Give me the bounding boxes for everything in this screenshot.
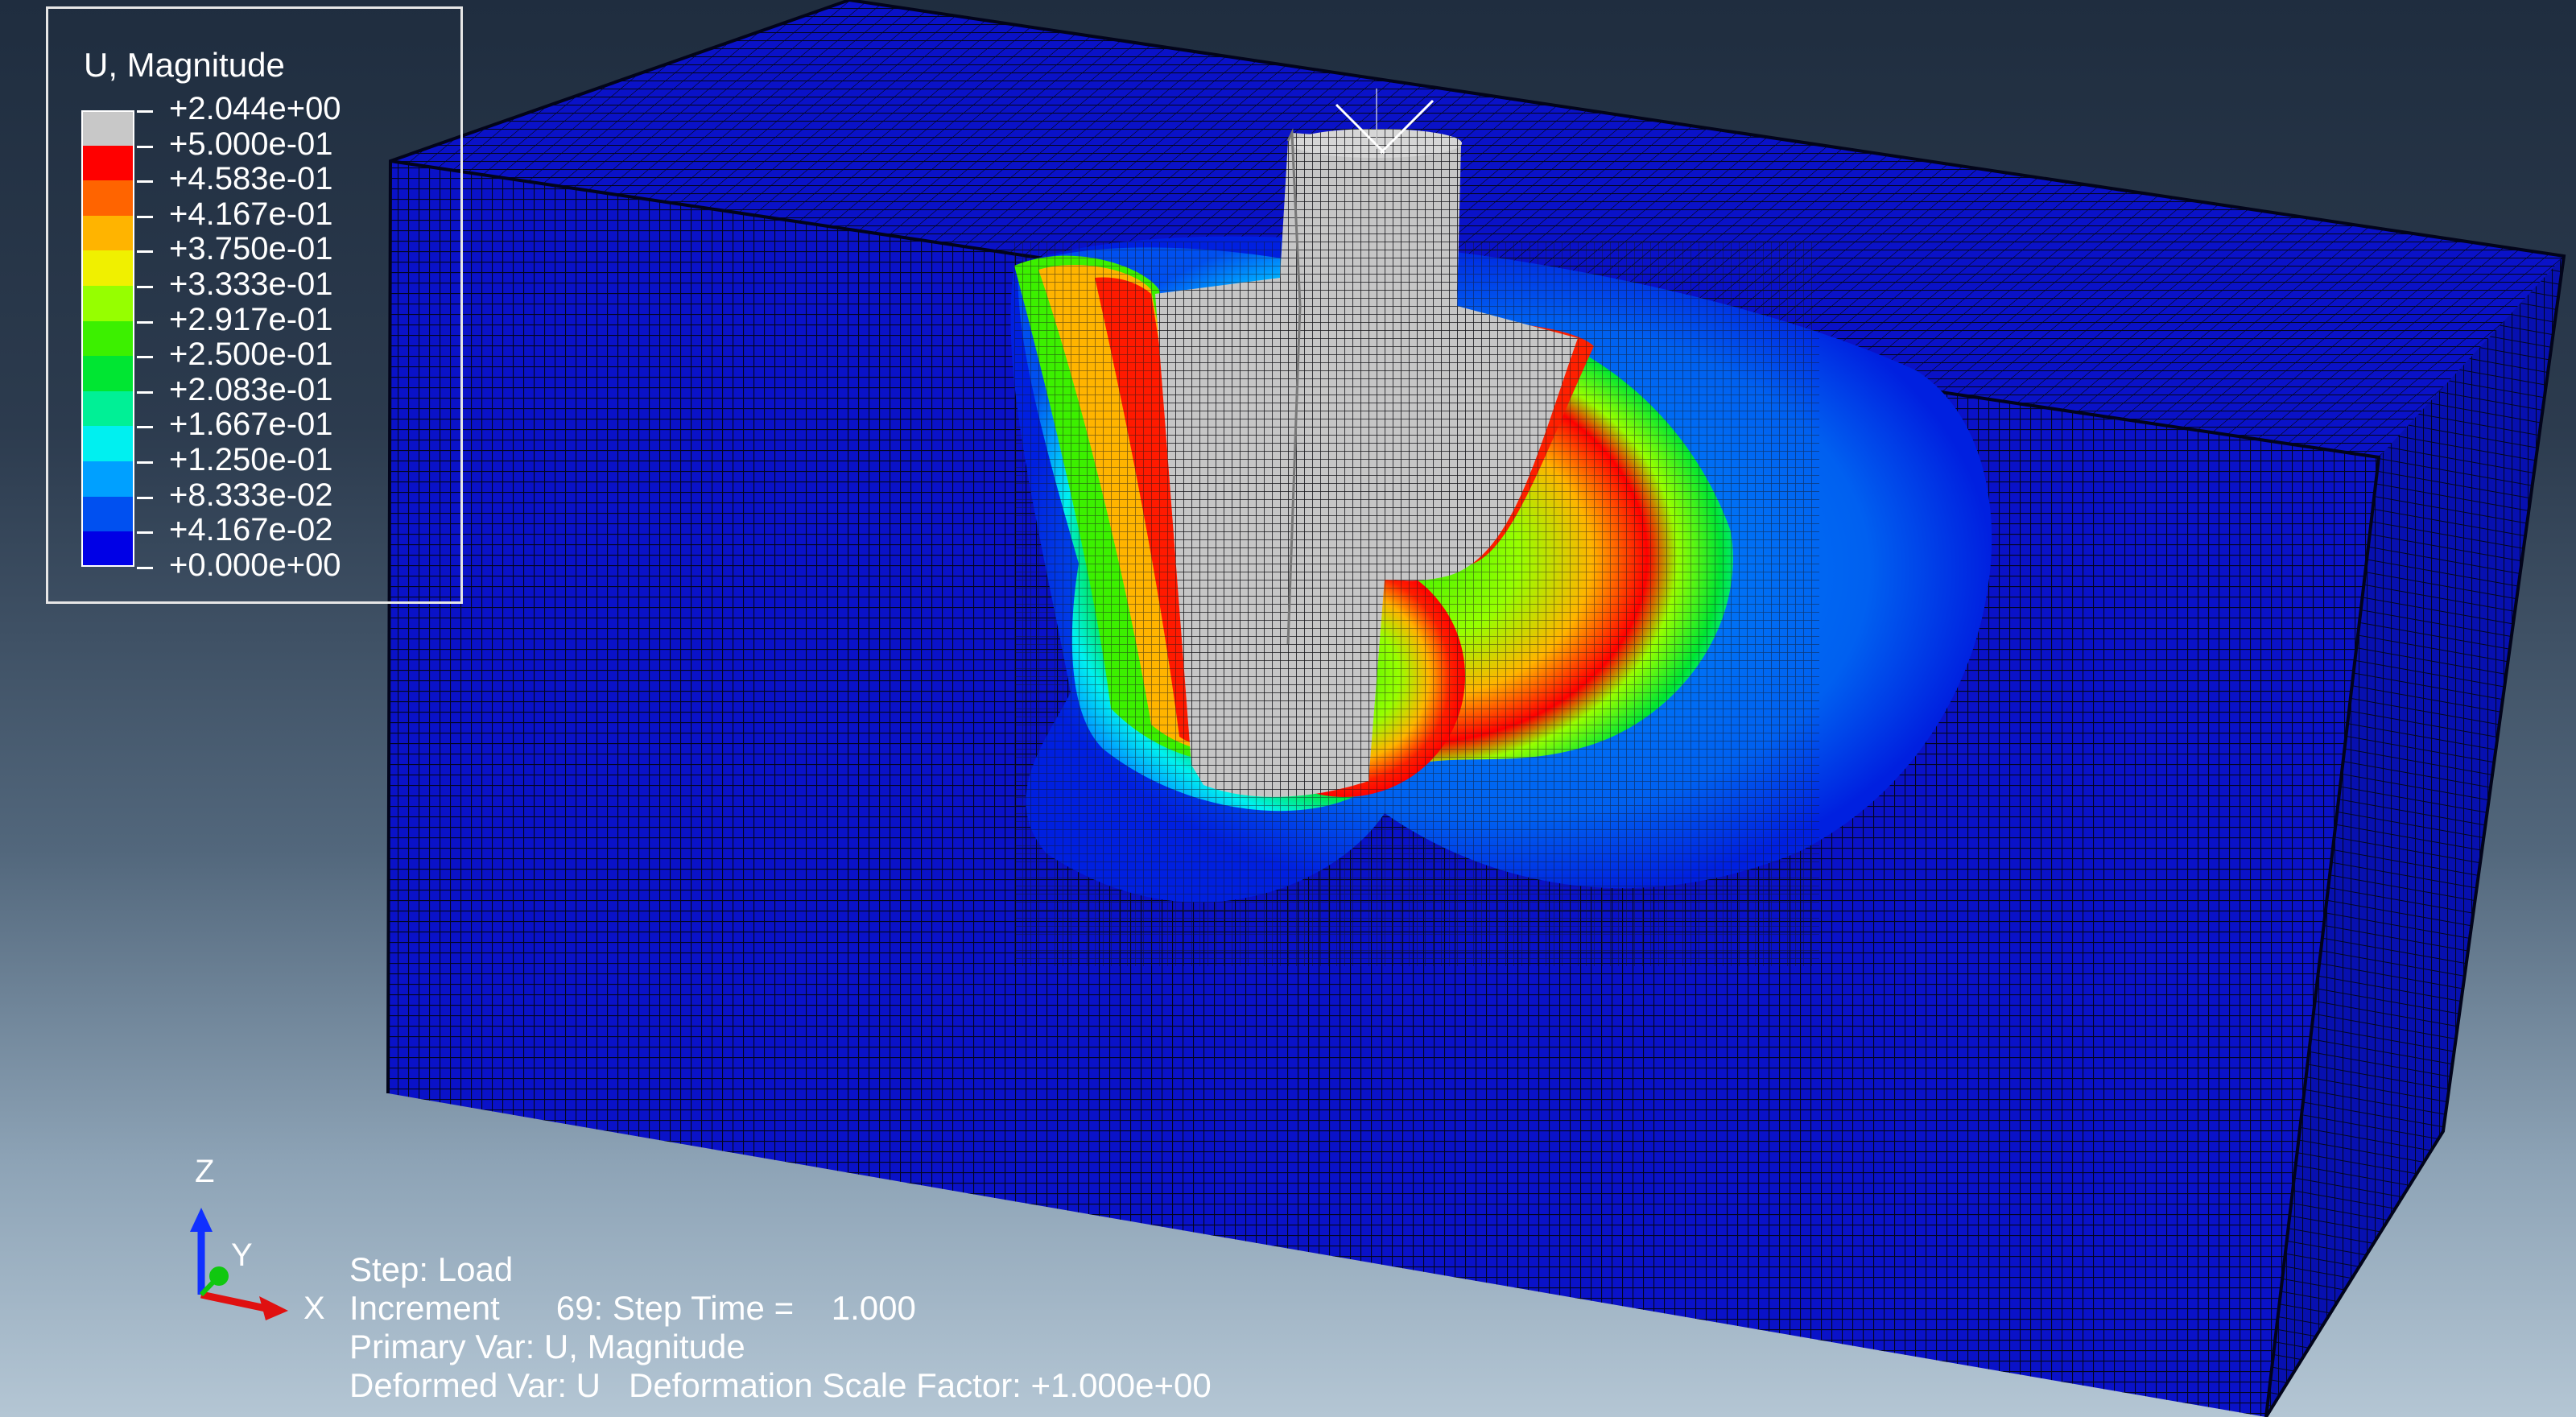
legend-tick — [137, 496, 153, 499]
legend-tick — [137, 286, 153, 288]
legend-tick — [137, 215, 153, 218]
legend-swatch — [81, 496, 134, 532]
legend-value: +1.667e-01 — [169, 407, 333, 443]
legend-tick — [137, 180, 153, 184]
legend-swatch — [81, 461, 134, 497]
contour-legend: U, Magnitude +2.044e+00 +5.000e-01 +4.583e… — [46, 6, 463, 604]
legend-value: +2.917e-01 — [169, 301, 333, 337]
legend-swatch — [81, 250, 134, 286]
legend-value: +3.333e-01 — [169, 266, 333, 302]
legend-tick — [137, 356, 153, 359]
legend-value: +3.750e-01 — [169, 231, 333, 267]
legend-tick — [137, 110, 153, 113]
legend-tick — [137, 426, 153, 429]
legend-value: +4.167e-01 — [169, 196, 333, 232]
legend-value: +5.000e-01 — [169, 126, 333, 162]
legend-value: +0.000e+00 — [169, 547, 341, 583]
legend-swatch — [81, 320, 134, 357]
legend-swatch — [81, 215, 134, 251]
legend-title: U, Magnitude — [84, 46, 285, 84]
legend-value: +2.500e-01 — [169, 337, 333, 373]
legend-swatch — [81, 426, 134, 461]
legend-value: +2.083e-01 — [169, 371, 333, 407]
axis-y-label: Y — [231, 1237, 253, 1273]
legend-value: +4.583e-01 — [169, 161, 333, 197]
legend-swatch — [81, 356, 134, 391]
legend-value: +8.333e-02 — [169, 477, 333, 513]
legend-swatch — [81, 110, 134, 146]
legend-tick — [137, 531, 153, 535]
legend-tick — [137, 461, 153, 464]
axis-x-label: X — [303, 1291, 325, 1326]
legend-swatch — [81, 145, 134, 181]
legend-tick — [137, 320, 153, 324]
increment-label: Increment 69: Step Time = 1.000 — [349, 1289, 916, 1327]
legend-tick — [137, 250, 153, 254]
legend-tick — [137, 390, 153, 394]
primary-var-label: Primary Var: U, Magnitude — [349, 1328, 745, 1365]
legend-swatch — [81, 531, 134, 567]
deformed-var-label: Deformed Var: U Deformation Scale Factor… — [349, 1366, 1212, 1404]
legend-swatch — [81, 180, 134, 216]
axis-z-label: Z — [195, 1154, 215, 1189]
legend-value: +2.044e+00 — [169, 91, 341, 126]
legend-value: +1.250e-01 — [169, 442, 333, 477]
legend-swatch — [81, 286, 134, 321]
legend-tick — [137, 566, 153, 569]
legend-value: +4.167e-02 — [169, 512, 333, 548]
legend-swatch — [81, 390, 134, 427]
legend-tick — [137, 145, 153, 148]
step-label: Step: Load — [349, 1250, 514, 1288]
